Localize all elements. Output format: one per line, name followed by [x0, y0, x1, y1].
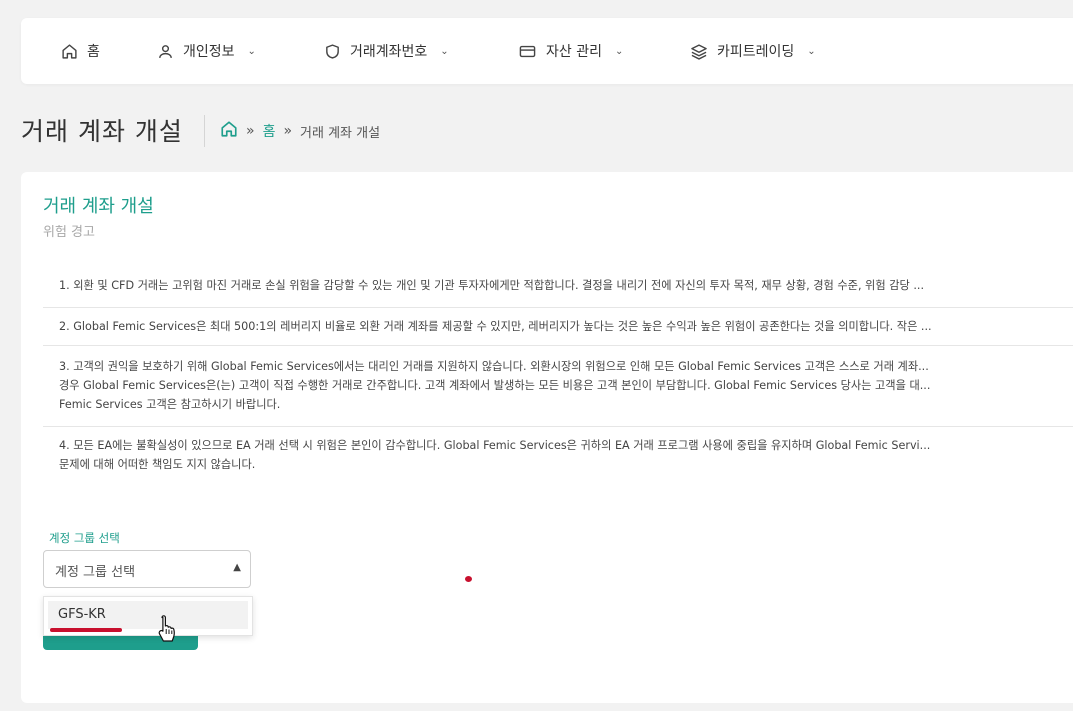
chevron-down-icon: ⌄	[807, 45, 816, 57]
nav-label-asset-management: 자산 관리	[546, 44, 602, 60]
breadcrumb-home-link[interactable]: 홈	[263, 121, 276, 141]
card-subtitle: 위험 경고	[43, 225, 95, 240]
notice-line: 4. 모든 EA에는 불확실성이 있으므로 EA 거래 선택 시 위험은 본인이…	[59, 439, 931, 452]
breadcrumb: » 홈 » 거래 계좌 개설	[220, 120, 380, 142]
risk-notice-1: 1. 외환 및 CFD 거래는 고위험 마진 거래로 손실 위험을 감당할 수 …	[59, 276, 1073, 295]
account-group-label: 계정 그룹 선택	[49, 531, 120, 545]
nav-item-copy-trading[interactable]: 카피트레이딩 ⌄	[690, 18, 816, 84]
divider	[43, 307, 1073, 308]
account-group-select[interactable]: 계정 그룹 선택 ▲	[43, 550, 251, 588]
breadcrumb-separator: »	[246, 123, 255, 139]
nav-item-asset-management[interactable]: 자산 관리 ⌄	[518, 18, 623, 84]
nav-label-personal-info: 개인정보	[183, 44, 235, 60]
breadcrumb-current: 거래 계좌 개설	[300, 125, 381, 141]
nav-item-home[interactable]: 홈	[61, 18, 100, 84]
nav-label-copy-trading: 카피트레이딩	[717, 44, 795, 60]
notice-line: Femic Services 고객은 참고하시기 바랍니다.	[59, 398, 281, 411]
title-divider	[204, 115, 205, 147]
account-group-dropdown: GFS-KR	[43, 596, 253, 636]
nav-label-home: 홈	[87, 44, 100, 60]
notice-line: 1. 외환 및 CFD 거래는 고위험 마진 거래로 손실 위험을 감당할 수 …	[59, 279, 925, 292]
shield-icon	[324, 43, 341, 60]
chevron-up-icon: ▲	[233, 562, 241, 573]
notice-line: 3. 고객의 권익을 보호하기 위해 Global Femic Services…	[59, 360, 929, 373]
notice-line: 2. Global Femic Services은 최대 500:1의 레버리지…	[59, 320, 932, 333]
nav-item-trading-account[interactable]: 거래계좌번호 ⌄	[324, 18, 449, 84]
option-label: GFS-KR	[58, 607, 106, 622]
layers-icon	[690, 43, 708, 60]
home-icon	[61, 43, 78, 60]
chevron-down-icon: ⌄	[247, 45, 256, 57]
divider	[43, 345, 1073, 346]
annotation-dot	[465, 576, 472, 582]
card-title: 거래 계좌 개설	[43, 196, 154, 217]
home-icon[interactable]	[220, 120, 238, 142]
nav-item-personal-info[interactable]: 개인정보 ⌄	[157, 18, 256, 84]
chevron-down-icon: ⌄	[440, 45, 449, 57]
risk-notice-3: 3. 고객의 권익을 보호하기 위해 Global Femic Services…	[59, 357, 1073, 414]
dropdown-option-gfs-kr[interactable]: GFS-KR	[48, 601, 248, 629]
notice-line: 문제에 대해 어떠한 책임도 지지 않습니다.	[59, 458, 256, 471]
user-icon	[157, 43, 174, 60]
nav-label-trading-account: 거래계좌번호	[350, 44, 428, 60]
risk-notice-4: 4. 모든 EA에는 불확실성이 있으므로 EA 거래 선택 시 위험은 본인이…	[59, 436, 1073, 474]
page-title: 거래 계좌 개설	[21, 117, 183, 146]
breadcrumb-separator: »	[283, 123, 293, 139]
account-open-card: 거래 계좌 개설 위험 경고 1. 외환 및 CFD 거래는 고위험 마진 거래…	[21, 172, 1073, 703]
notice-line: 경우 Global Femic Services은(는) 고객이 직접 수행한 …	[59, 379, 931, 392]
risk-notice-2: 2. Global Femic Services은 최대 500:1의 레버리지…	[59, 317, 1073, 336]
credit-card-icon	[518, 43, 537, 60]
hand-pointer-cursor-icon	[156, 615, 178, 647]
chevron-down-icon: ⌄	[614, 45, 624, 57]
annotation-underline	[50, 628, 122, 632]
select-placeholder: 계정 그룹 선택	[55, 565, 136, 580]
top-navbar: 홈 개인정보 ⌄ 거래계좌번호 ⌄ 자산 관리 ⌄ 카피트레이딩 ⌄	[21, 18, 1073, 84]
divider	[43, 426, 1073, 427]
